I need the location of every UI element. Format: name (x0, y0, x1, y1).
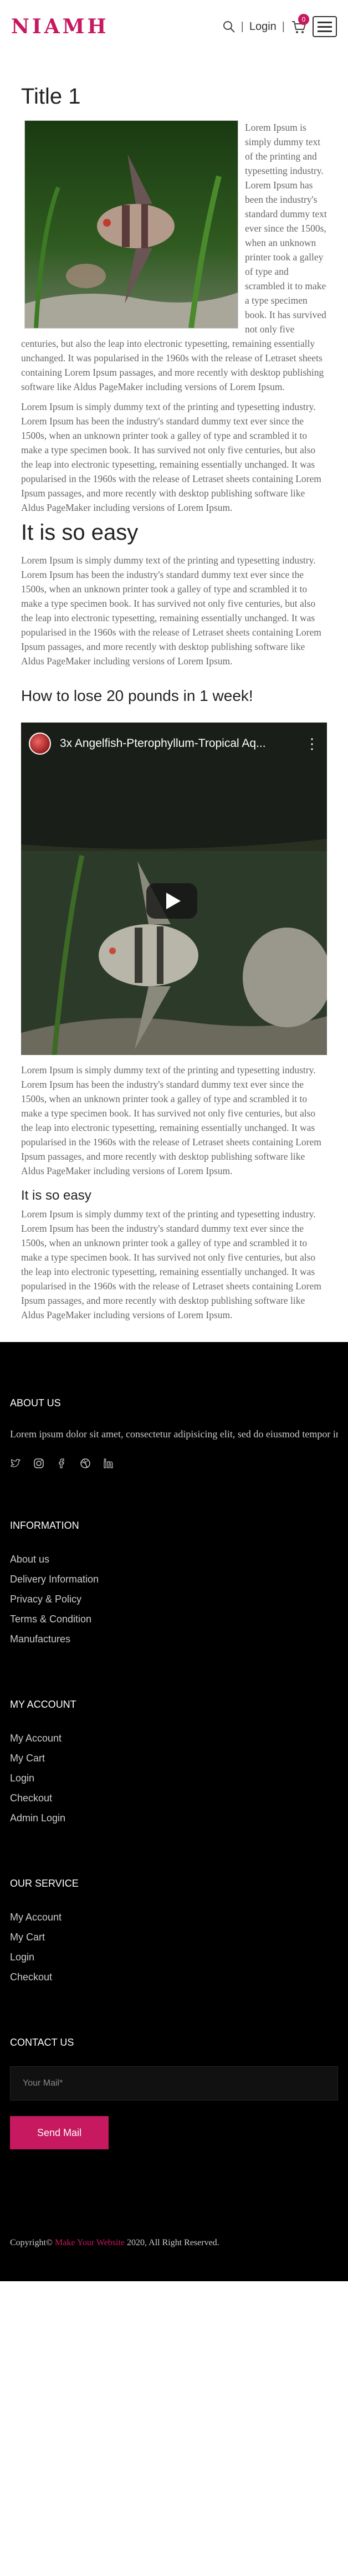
footer-link-terms[interactable]: Terms & Condition (10, 1609, 338, 1629)
site-header: NIAMH | Login | 0 (0, 0, 348, 53)
social-links (10, 1458, 338, 1469)
login-link[interactable]: Login (249, 21, 277, 33)
footer-contact-heading: CONTACT US (10, 2037, 74, 2048)
footer-link-admin-login[interactable]: Admin Login (10, 1808, 338, 1828)
copyright-prefix: Copyright© (10, 2238, 53, 2247)
footer-service-links: My Account My Cart Login Checkout (10, 1907, 338, 1987)
header-separator: | (240, 20, 244, 33)
footer-link-my-account[interactable]: My Account (10, 1907, 338, 1927)
video-title[interactable]: 3x Angelfish-Pterophyllum-Tropical Aq... (60, 737, 296, 750)
paragraph: Lorem Ipsum is simply dummy text of the … (21, 555, 321, 667)
menu-toggle-button[interactable] (313, 16, 337, 37)
hamburger-icon-bar (318, 25, 332, 28)
facebook-icon[interactable] (57, 1458, 68, 1469)
paragraph: Lorem Ipsum is simply dummy text of the … (21, 401, 321, 513)
copyright-brand-link[interactable]: Make Your Website (55, 2238, 125, 2247)
footer-about-heading: ABOUT US (10, 1397, 61, 1409)
hamburger-icon-bar (318, 21, 332, 23)
hamburger-icon-bar (318, 30, 332, 32)
linkedin-icon[interactable] (103, 1458, 114, 1469)
footer-link-my-account[interactable]: My Account (10, 1728, 338, 1748)
cart-button[interactable]: 0 (290, 14, 309, 35)
site-logo[interactable]: NIAMH (11, 15, 109, 38)
footer-link-manufactures[interactable]: Manufactures (10, 1629, 338, 1649)
footer-information-heading: INFORMATION (10, 1520, 79, 1531)
footer-information-links: About us Delivery Information Privacy & … (10, 1549, 338, 1649)
footer-link-delivery[interactable]: Delivery Information (10, 1569, 338, 1589)
email-field[interactable] (10, 2066, 338, 2101)
cart-count-badge: 0 (298, 14, 309, 25)
footer-account-links: My Account My Cart Login Checkout Admin … (10, 1728, 338, 1828)
header-separator: | (282, 20, 285, 33)
footer-link-my-cart[interactable]: My Cart (10, 1748, 338, 1768)
play-button[interactable] (146, 883, 197, 919)
footer-link-privacy[interactable]: Privacy & Policy (10, 1589, 338, 1609)
footer-about-text: Lorem ipsum dolor sit amet, consectetur … (10, 1428, 338, 1440)
header-actions: | Login | 0 (222, 14, 337, 37)
footer-service-heading: OUR SERVICE (10, 1878, 79, 1889)
paragraph: Lorem Ipsum is simply dummy text of the … (21, 1064, 321, 1176)
copyright-suffix: 2020, All Right Reserved. (127, 2238, 219, 2247)
footer-link-login[interactable]: Login (10, 1947, 338, 1967)
send-mail-button[interactable]: Send Mail (10, 2116, 109, 2149)
footer-account-heading: MY ACCOUNT (10, 1699, 76, 1710)
more-options-icon[interactable]: ⋮ (305, 735, 319, 752)
article-content: Title 1 Lorem Ipsum is simply dummy text… (0, 53, 348, 1322)
paragraph: Lorem Ipsum is simply dummy text of the … (21, 1208, 321, 1320)
video-title-bar: 3x Angelfish-Pterophyllum-Tropical Aq...… (21, 723, 327, 765)
footer-link-checkout[interactable]: Checkout (10, 1967, 338, 1987)
footer-link-about-us[interactable]: About us (10, 1549, 338, 1569)
dribbble-icon[interactable] (80, 1458, 91, 1469)
page-title: Title 1 (21, 84, 81, 109)
section-heading: It is so easy (21, 1188, 91, 1203)
footer-link-my-cart[interactable]: My Cart (10, 1927, 338, 1947)
footer-link-login[interactable]: Login (10, 1768, 338, 1788)
channel-avatar[interactable] (29, 733, 51, 755)
section-heading: It is so easy (21, 520, 139, 545)
play-icon (166, 893, 181, 909)
twitter-icon[interactable] (10, 1458, 21, 1469)
angelfish-image (24, 120, 238, 329)
search-icon[interactable] (222, 20, 236, 33)
video-player[interactable]: 3x Angelfish-Pterophyllum-Tropical Aq...… (21, 723, 327, 1055)
instagram-icon[interactable] (33, 1458, 44, 1469)
copyright: Copyright© Make Your Website 2020, All R… (10, 2238, 338, 2248)
footer-link-checkout[interactable]: Checkout (10, 1788, 338, 1808)
site-footer: ABOUT US Lorem ipsum dolor sit amet, con… (0, 1342, 348, 2281)
video-section-heading: How to lose 20 pounds in 1 week! (21, 687, 253, 704)
aquarium-photo (25, 121, 238, 329)
